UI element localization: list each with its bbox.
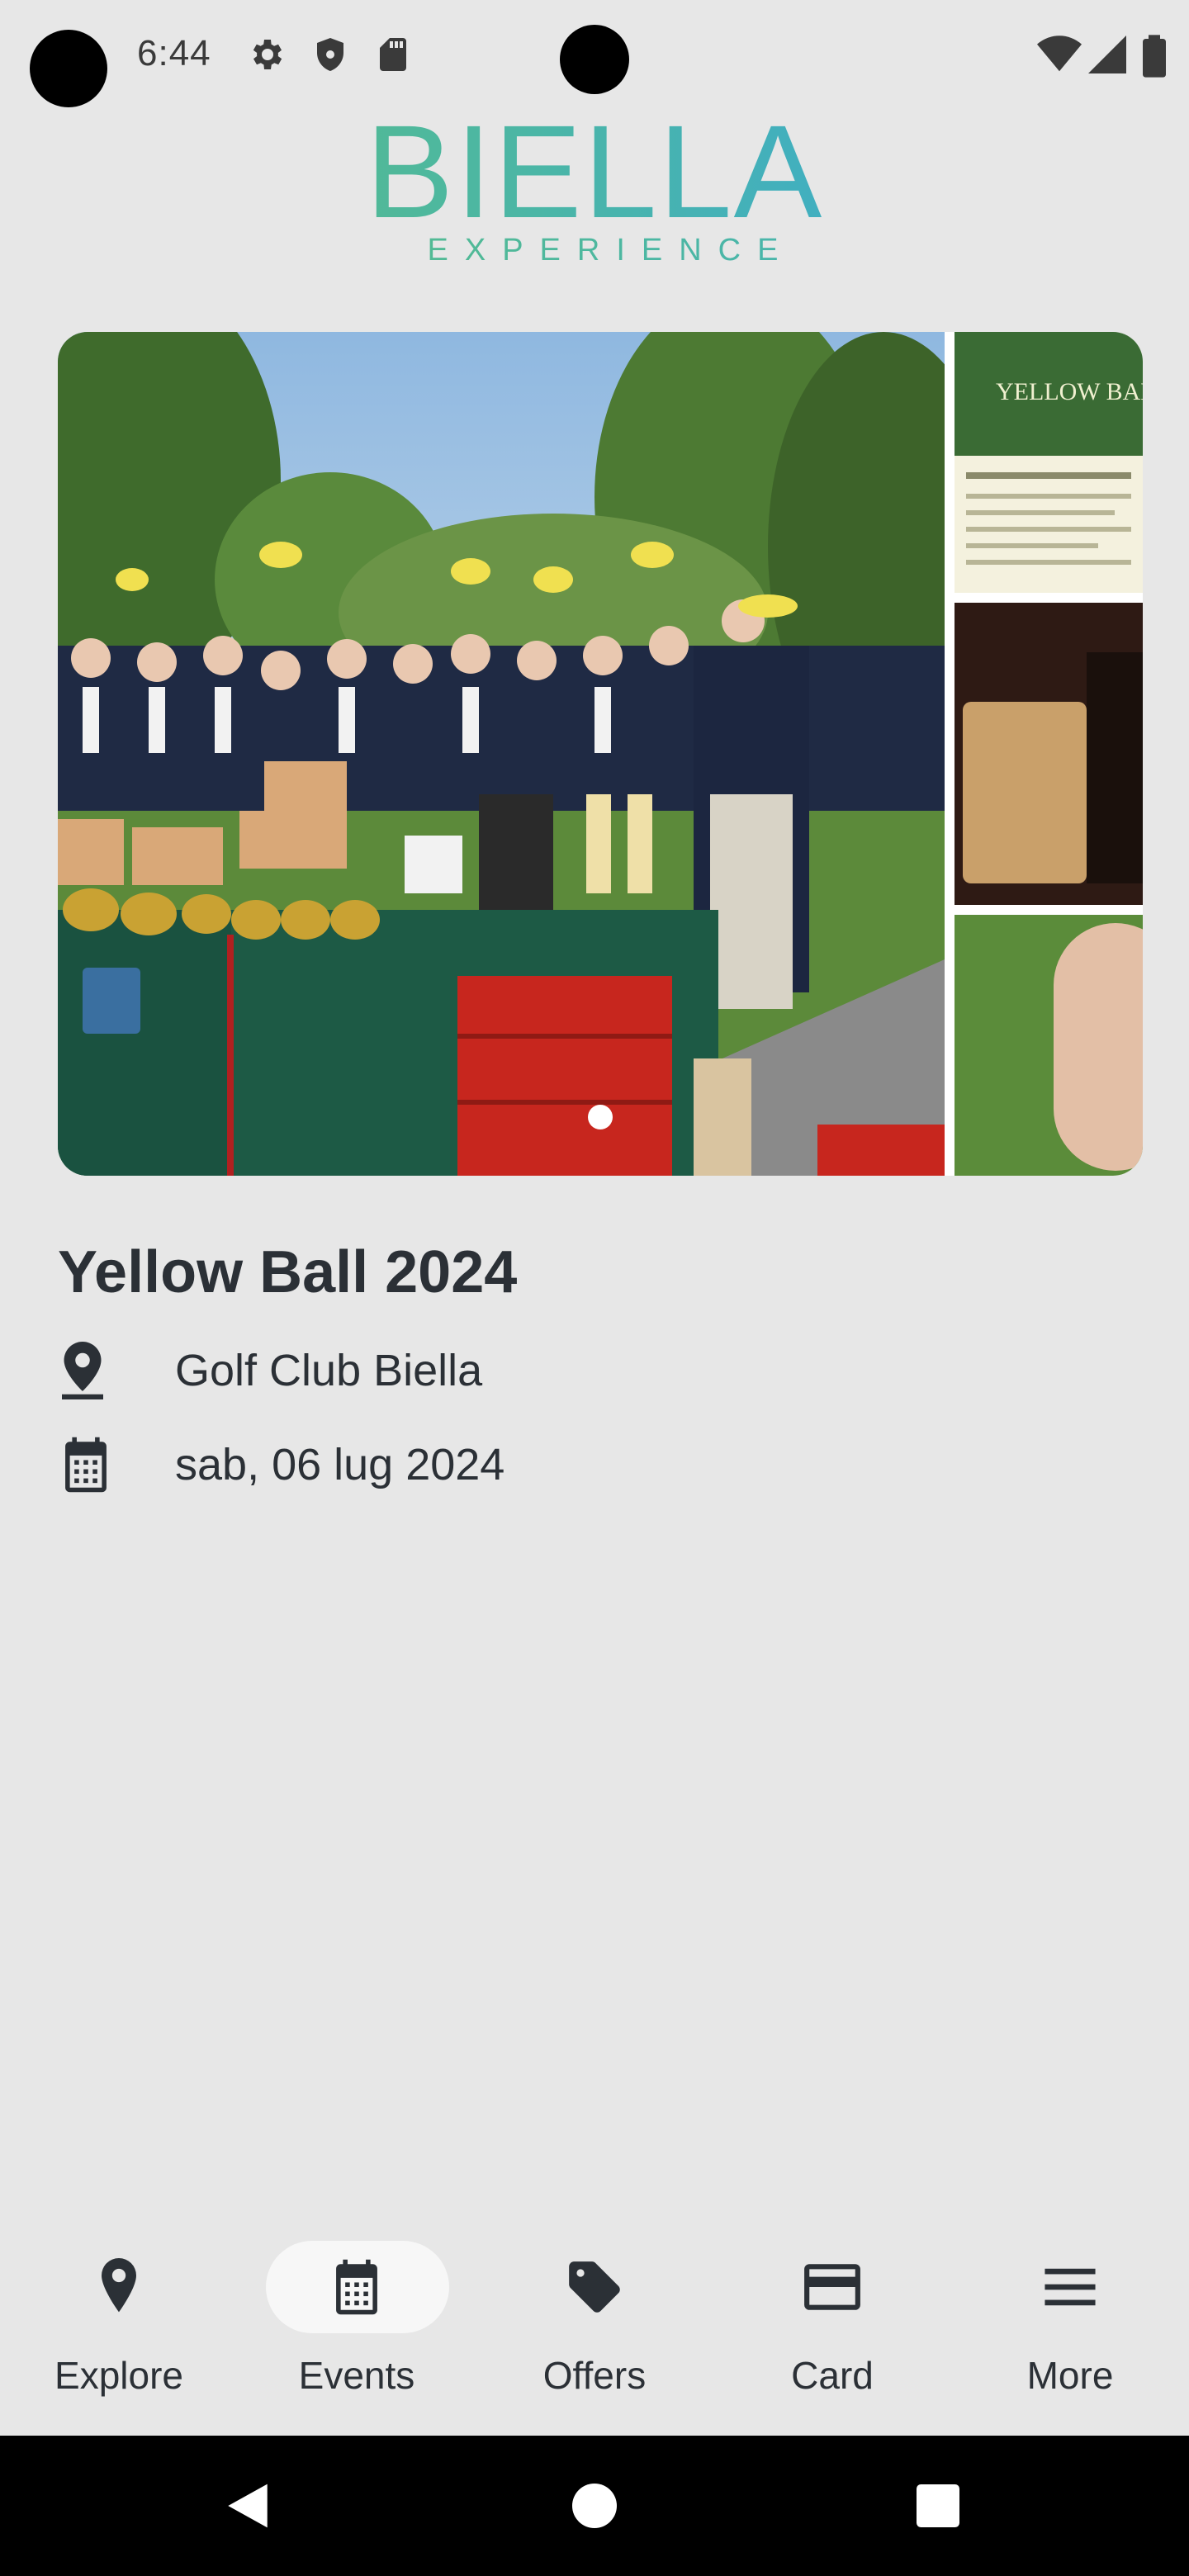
sd-card-icon [373, 35, 413, 78]
nav-item-card[interactable]: Card [713, 2221, 951, 2436]
back-icon[interactable] [206, 2436, 289, 2576]
nav-label-offers: Offers [542, 2354, 647, 2397]
carousel-preview-bottom [955, 915, 1143, 1176]
event-location: Golf Club Biella [175, 1346, 483, 1395]
camera-cutout-center [560, 25, 629, 94]
app-logo-title: BIELLA [0, 106, 1189, 238]
event-location-row: Golf Club Biella [58, 1338, 482, 1404]
home-icon[interactable] [553, 2436, 636, 2576]
status-time: 6:44 [137, 33, 211, 73]
event-title: Yellow Ball 2024 [58, 1239, 518, 1305]
nav-item-events[interactable]: Events [238, 2221, 476, 2436]
event-date-row: sab, 06 lug 2024 [58, 1432, 504, 1498]
signal-icon [1088, 35, 1126, 78]
nav-label-more: More [1026, 2354, 1114, 2397]
carousel-preview-top: YELLOW BALL [955, 332, 1143, 593]
bottom-navigation: Explore Events Offers Card More [0, 2221, 1189, 2436]
app-logo-subtitle: EXPERIENCE [0, 233, 1189, 268]
carousel-page-indicator[interactable] [588, 1105, 613, 1129]
system-navigation-bar [0, 2436, 1189, 2576]
carousel-preview-middle [955, 603, 1143, 905]
tag-icon [476, 2256, 713, 2318]
battery-icon [1143, 35, 1166, 82]
event-photo-main [58, 332, 945, 1176]
nav-item-more[interactable]: More [951, 2221, 1189, 2436]
location-pin-icon [58, 1338, 127, 1404]
event-date: sab, 06 lug 2024 [175, 1440, 505, 1489]
nav-label-events: Events [298, 2354, 415, 2397]
location-pin-icon [0, 2256, 238, 2318]
credit-card-icon [713, 2256, 951, 2318]
menu-icon [951, 2256, 1189, 2318]
nav-item-explore[interactable]: Explore [0, 2221, 238, 2436]
shield-icon [310, 35, 350, 78]
recents-icon[interactable] [897, 2436, 979, 2576]
nav-label-explore: Explore [54, 2354, 183, 2397]
camera-cutout-left [30, 30, 107, 107]
calendar-icon [58, 1432, 127, 1498]
gear-icon [246, 35, 286, 78]
preview-title: YELLOW BALL [996, 378, 1143, 405]
event-image-carousel[interactable]: YELLOW BALL [58, 332, 1143, 1176]
nav-label-card: Card [791, 2354, 874, 2397]
wifi-icon [1037, 35, 1082, 78]
nav-item-offers[interactable]: Offers [476, 2221, 713, 2436]
calendar-icon [238, 2256, 476, 2318]
